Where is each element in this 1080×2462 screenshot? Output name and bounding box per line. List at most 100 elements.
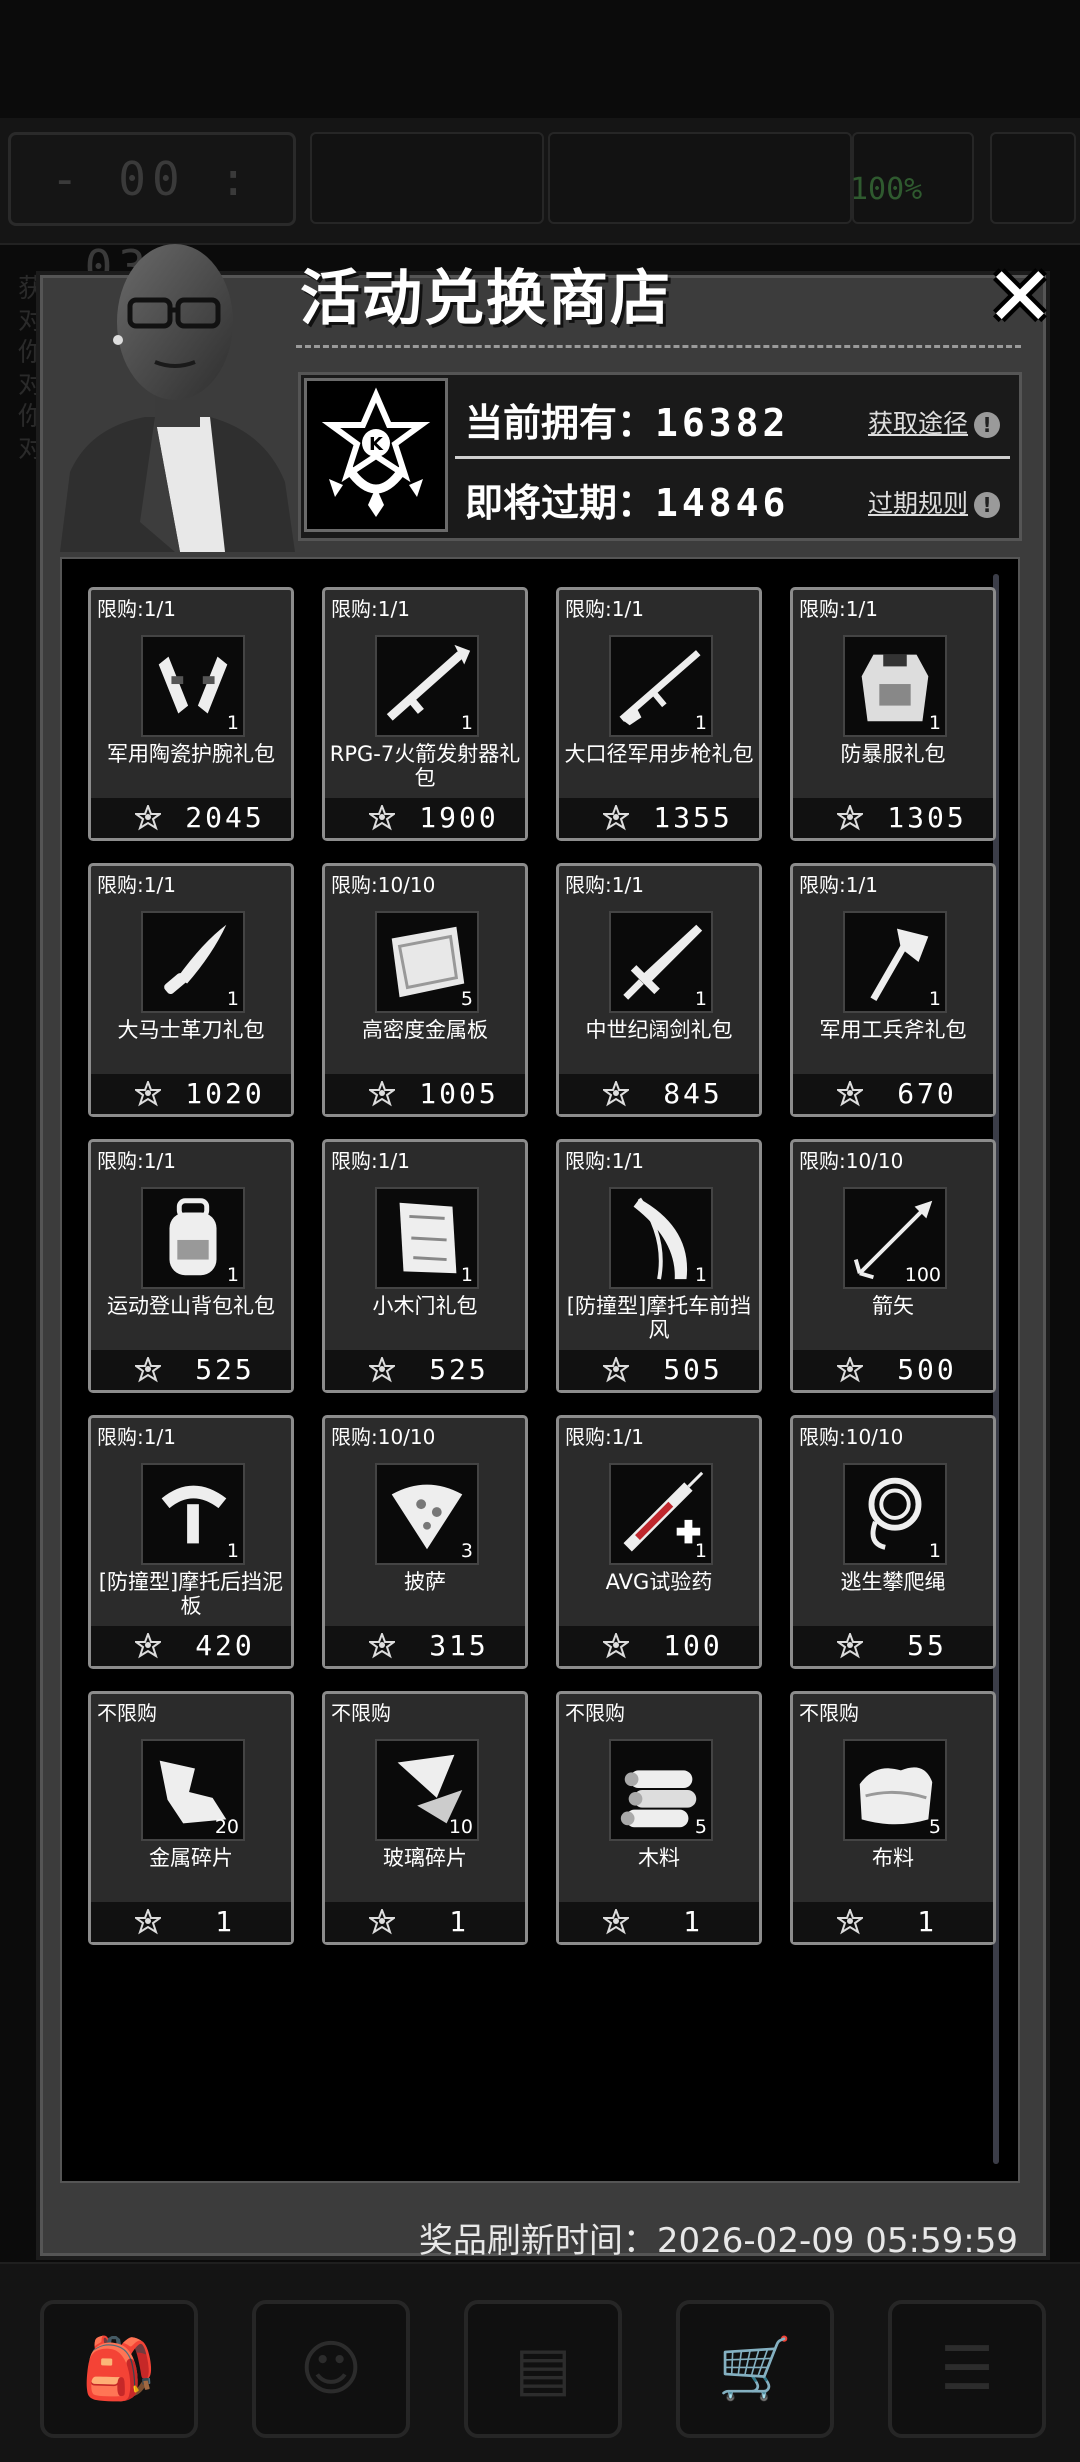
- purchase-limit: 限购:10/10: [331, 873, 436, 897]
- item-icon-frame: 1: [375, 635, 479, 737]
- item-icon-frame: 1: [843, 635, 947, 737]
- background-slot: [990, 132, 1076, 224]
- item-price: 55: [907, 1629, 947, 1662]
- price-bar: 1305: [793, 798, 993, 838]
- info-icon: !: [974, 492, 1001, 518]
- item-price: 1020: [185, 1077, 265, 1110]
- item-quantity: 5: [694, 1816, 707, 1838]
- event-token-icon: [132, 803, 164, 831]
- item-card[interactable]: 不限购 5 木料 1: [556, 1691, 762, 1945]
- item-card[interactable]: 限购:1/1 1 大口径军用步枪礼包 1355: [556, 587, 762, 841]
- item-card[interactable]: 限购:10/10 3 披萨 315: [322, 1415, 528, 1669]
- expiring-balance: 即将过期：14846: [465, 472, 789, 527]
- expire-rules-link[interactable]: 过期规则!: [868, 484, 1001, 520]
- current-balance-value: 16382: [655, 401, 790, 445]
- item-card[interactable]: 不限购 20 金属碎片 1: [88, 1691, 294, 1945]
- price-bar: 420: [91, 1626, 291, 1666]
- item-name: 金属碎片: [149, 1846, 233, 1870]
- background-stat-panel: [310, 132, 544, 224]
- background-notes-button: ▤: [464, 2300, 622, 2438]
- item-card[interactable]: 限购:1/1 1 [防撞型]摩托车前挡风 505: [556, 1139, 762, 1393]
- item-icon-frame: 1: [141, 635, 245, 737]
- current-balance-label: 当前拥有：: [465, 401, 656, 445]
- item-card[interactable]: 限购:1/1 1 防暴服礼包 1305: [790, 587, 996, 841]
- info-icon: !: [974, 412, 1001, 438]
- price-bar: 845: [559, 1074, 759, 1114]
- item-card[interactable]: 限购:10/10 1 逃生攀爬绳 55: [790, 1415, 996, 1669]
- item-price: 1: [215, 1905, 235, 1938]
- purchase-limit: 限购:10/10: [799, 1149, 904, 1173]
- item-icon-frame: 10: [375, 1739, 479, 1841]
- purchase-limit: 限购:1/1: [799, 597, 878, 621]
- event-token-icon: [600, 1631, 632, 1659]
- event-token-icon: [366, 1631, 398, 1659]
- item-quantity: 1: [928, 1540, 941, 1562]
- item-card[interactable]: 限购:1/1 1 运动登山背包礼包 525: [88, 1139, 294, 1393]
- event-token-icon: [600, 803, 632, 831]
- item-card[interactable]: 限购:10/10 5 高密度金属板 1005: [322, 863, 528, 1117]
- item-card[interactable]: 限购:1/1 1 军用陶瓷护腕礼包 2045: [88, 587, 294, 841]
- close-icon: ✕: [985, 250, 1055, 345]
- item-name: 玻璃碎片: [383, 1846, 467, 1870]
- item-name: 布料: [872, 1846, 914, 1870]
- price-bar: 505: [559, 1350, 759, 1390]
- current-balance: 当前拥有：16382: [465, 392, 789, 447]
- item-quantity: 3: [460, 1540, 473, 1562]
- item-icon-frame: 1: [375, 1187, 479, 1289]
- purchase-limit: 限购:1/1: [565, 1425, 644, 1449]
- acquire-methods-link[interactable]: 获取途径!: [868, 404, 1001, 440]
- item-price: 670: [897, 1077, 957, 1110]
- item-price: 1305: [887, 801, 967, 834]
- item-card[interactable]: 限购:1/1 1 大马士革刀礼包 1020: [88, 863, 294, 1117]
- item-icon-frame: 5: [843, 1739, 947, 1841]
- item-price: 100: [663, 1629, 723, 1662]
- item-card[interactable]: 不限购 5 布料 1: [790, 1691, 996, 1945]
- event-token-icon: [132, 1079, 164, 1107]
- item-card[interactable]: 限购:1/1 1 AVG试验药 100: [556, 1415, 762, 1669]
- refresh-time: 奖品刷新时间：2026-02-09 05:59:59: [418, 2221, 1018, 2261]
- item-price: 505: [663, 1353, 723, 1386]
- item-price: 1: [917, 1905, 937, 1938]
- item-name: 防暴服礼包: [840, 742, 946, 766]
- price-bar: 525: [325, 1350, 525, 1390]
- purchase-limit: 限购:1/1: [97, 597, 176, 621]
- item-icon-frame: 1: [609, 635, 713, 737]
- item-card[interactable]: 不限购 10 玻璃碎片 1: [322, 1691, 528, 1945]
- title-divider: [296, 345, 1021, 348]
- item-name: RPG-7火箭发射器礼包: [329, 742, 521, 790]
- background-menu-button: ☰: [888, 2300, 1046, 2438]
- event-token-icon: [834, 1907, 866, 1935]
- item-icon-frame: 1: [609, 1463, 713, 1565]
- item-name: 高密度金属板: [362, 1018, 488, 1042]
- close-button[interactable]: ✕: [980, 257, 1060, 339]
- item-card[interactable]: 限购:1/1 1 中世纪阔剑礼包 845: [556, 863, 762, 1117]
- item-quantity: 1: [694, 988, 707, 1010]
- item-price: 1005: [419, 1077, 499, 1110]
- item-name: 大马士革刀礼包: [117, 1018, 265, 1042]
- event-token-icon: [132, 1355, 164, 1383]
- price-bar: 315: [325, 1626, 525, 1666]
- background-backpack-button: 🎒: [40, 2300, 198, 2438]
- purchase-limit: 限购:1/1: [97, 1425, 176, 1449]
- currency-emblem: K: [304, 378, 448, 532]
- purchase-limit: 限购:1/1: [97, 873, 176, 897]
- price-bar: 1: [325, 1902, 525, 1942]
- item-name: 中世纪阔剑礼包: [585, 1018, 733, 1042]
- item-card[interactable]: 限购:1/1 1 军用工兵斧礼包 670: [790, 863, 996, 1117]
- item-card[interactable]: 限购:1/1 1 RPG-7火箭发射器礼包 1900: [322, 587, 528, 841]
- purchase-limit: 限购:1/1: [331, 1149, 410, 1173]
- price-bar: 525: [91, 1350, 291, 1390]
- purchase-limit: 不限购: [97, 1701, 157, 1725]
- background-stat-panel: [548, 132, 852, 224]
- item-icon-frame: 3: [375, 1463, 479, 1565]
- event-token-icon: [600, 1355, 632, 1383]
- purchase-limit: 限购:10/10: [799, 1425, 904, 1449]
- item-icon-frame: 1: [843, 911, 947, 1013]
- event-token-icon: [834, 803, 866, 831]
- purchase-limit: 不限购: [331, 1701, 391, 1725]
- item-card[interactable]: 限购:1/1 1 [防撞型]摩托后挡泥板 420: [88, 1415, 294, 1669]
- item-card[interactable]: 限购:10/10 100 箭矢 500: [790, 1139, 996, 1393]
- price-bar: 1: [793, 1902, 993, 1942]
- expire-rules-label: 过期规则: [868, 489, 969, 518]
- item-card[interactable]: 限购:1/1 1 小木门礼包 525: [322, 1139, 528, 1393]
